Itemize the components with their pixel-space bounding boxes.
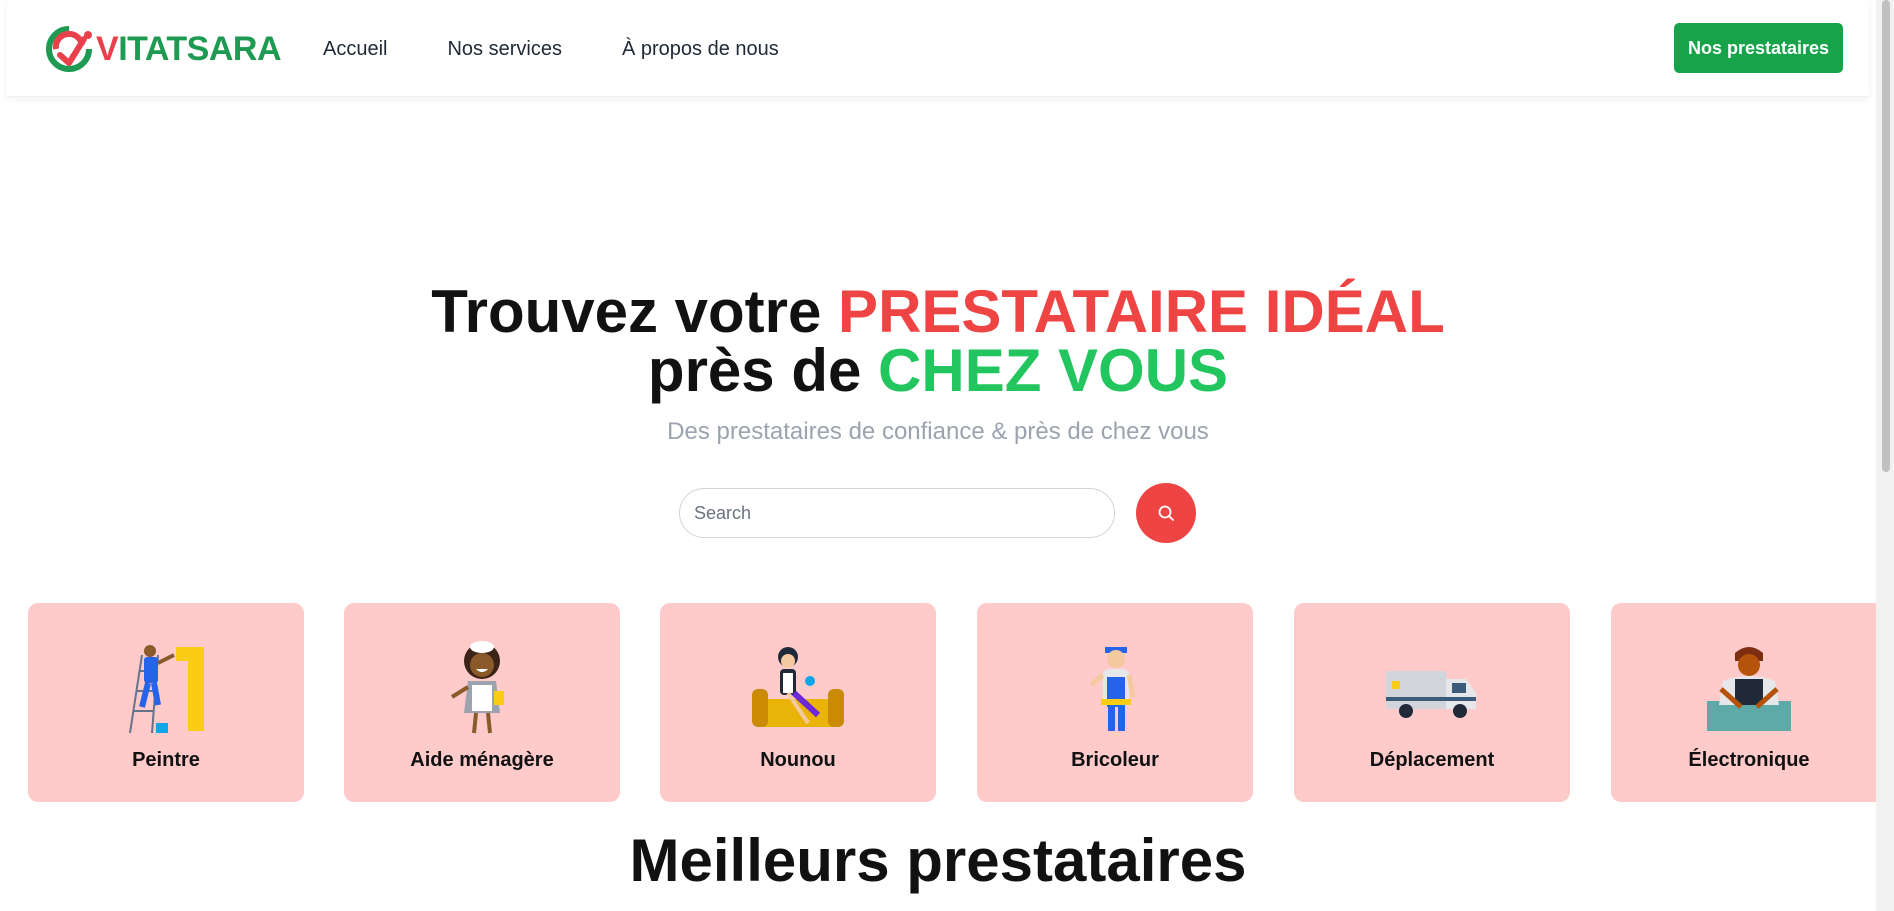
brand-name: VITATSARA bbox=[96, 30, 282, 68]
category-card-nounou[interactable]: Nounou bbox=[660, 603, 936, 802]
hero-title-line-1-plain: Trouvez votre bbox=[431, 278, 839, 345]
top-navbar: VITATSARA Accueil Nos services À propos … bbox=[7, 0, 1869, 97]
hero-title-line-2-accent: CHEZ VOUS bbox=[878, 337, 1229, 404]
category-label-bricoleur: Bricoleur bbox=[1071, 749, 1159, 771]
brand-logo[interactable]: VITATSARA bbox=[44, 25, 282, 73]
hero-subtitle: Des prestataires de confiance & près de … bbox=[667, 418, 1209, 445]
hero-title-line-2: près de CHEZ VOUS bbox=[0, 341, 1876, 401]
category-card-peintre[interactable]: Peintre bbox=[28, 603, 304, 802]
category-label-nounou: Nounou bbox=[760, 749, 836, 771]
hero-title-line-1-accent: PRESTATAIRE IDÉAL bbox=[838, 278, 1445, 345]
category-card-electronique[interactable]: Électronique bbox=[1611, 603, 1887, 802]
nav-link-nos-services[interactable]: Nos services bbox=[447, 36, 561, 62]
page: VITATSARA Accueil Nos services À propos … bbox=[0, 0, 1894, 911]
category-card-aide-menagere[interactable]: Aide ménagère bbox=[344, 603, 620, 802]
handyman-illustration-icon bbox=[1089, 647, 1136, 731]
page-scrollbar[interactable] bbox=[1876, 0, 1894, 911]
search-icon bbox=[1158, 505, 1174, 521]
nanny-illustration-icon bbox=[752, 647, 844, 727]
nav-link-accueil[interactable]: Accueil bbox=[323, 36, 387, 62]
category-card-deplacement[interactable]: Déplacement bbox=[1294, 603, 1570, 802]
category-label-aide-menagere: Aide ménagère bbox=[410, 749, 554, 771]
search-input[interactable] bbox=[679, 488, 1115, 538]
logo-mark-icon bbox=[46, 26, 92, 72]
category-card-bricoleur[interactable]: Bricoleur bbox=[977, 603, 1253, 802]
moving-truck-illustration-icon bbox=[1386, 671, 1476, 718]
category-label-deplacement: Déplacement bbox=[1369, 749, 1495, 771]
main-nav: Accueil Nos services À propos de nous bbox=[323, 36, 839, 62]
scrollbar-thumb[interactable] bbox=[1882, 0, 1890, 472]
hero-title-line-1: Trouvez votre PRESTATAIRE IDÉAL bbox=[0, 282, 1876, 342]
nos-prestataires-button[interactable]: Nos prestataires bbox=[1674, 23, 1843, 73]
search-button[interactable] bbox=[1136, 483, 1196, 543]
painter-illustration-icon bbox=[129, 645, 204, 734]
category-label-peintre: Peintre bbox=[132, 749, 200, 771]
best-providers-heading: Meilleurs prestataires bbox=[629, 827, 1247, 894]
nav-link-a-propos[interactable]: À propos de nous bbox=[622, 36, 779, 62]
housekeeper-illustration-icon bbox=[450, 641, 504, 734]
category-label-electronique: Électronique bbox=[1688, 749, 1810, 771]
electronics-technician-illustration-icon bbox=[1707, 647, 1791, 731]
hero-title-line-2-plain: près de bbox=[647, 337, 879, 404]
